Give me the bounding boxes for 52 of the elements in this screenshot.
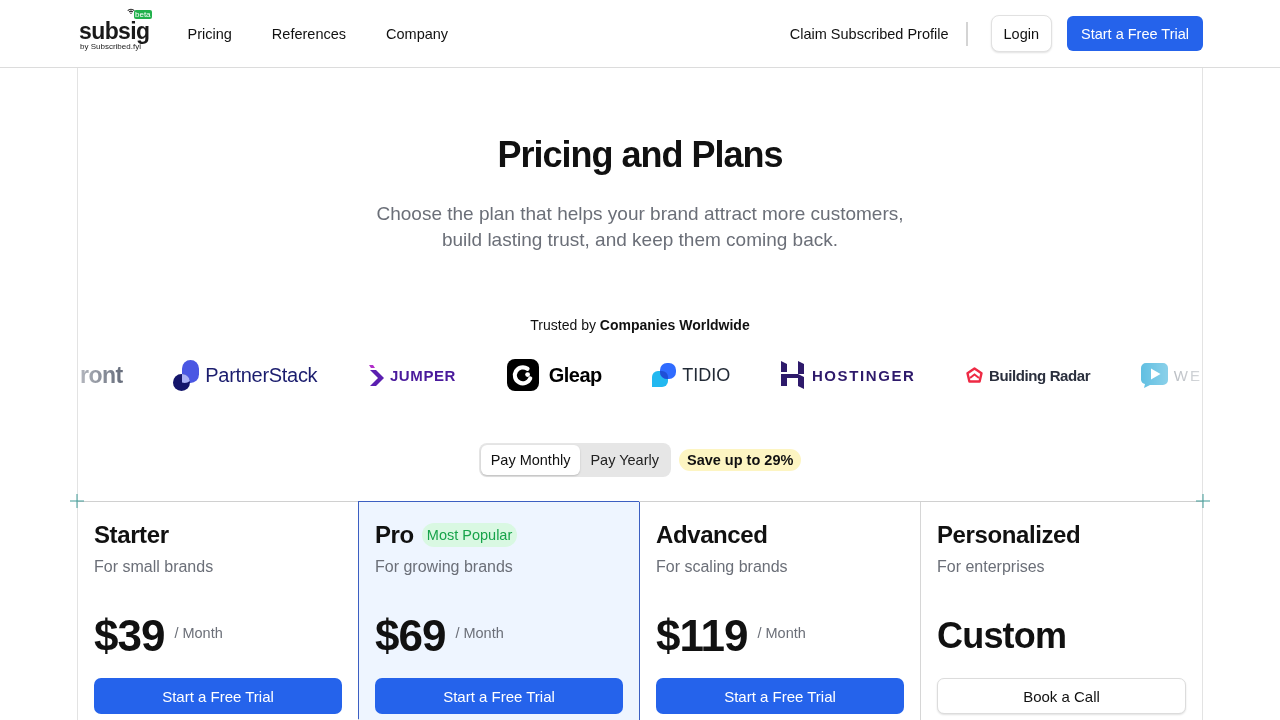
price-period: / Month (757, 625, 806, 641)
chat-bubbles-icon (652, 363, 677, 387)
plan-name: Pro (375, 521, 414, 549)
chevron-icon (367, 364, 384, 386)
plan-name: Starter (94, 521, 169, 549)
plan-tagline: For scaling brands (656, 557, 789, 577)
plan-name: Personalized (937, 521, 1081, 549)
page-subtitle: Choose the plan that helps your brand attract more customers, build lasting trust, and keep them coming back. (375, 202, 905, 252)
plan-button[interactable]: Start a Free Trial (375, 678, 623, 714)
overlapping-shapes-icon (173, 359, 200, 391)
plan-tagline: For growing brands (375, 557, 514, 577)
price-period: / Month (174, 625, 223, 641)
crosshair-icon (70, 494, 84, 508)
nav-link[interactable]: Pricing (187, 25, 232, 42)
logo-text: Building Radar (989, 366, 1091, 384)
price-period: / Month (455, 625, 504, 641)
logo-text: ront (80, 361, 123, 389)
logo-text: HOSTINGER (811, 366, 916, 384)
discount-tag: Save up to 29% (678, 449, 802, 471)
trusted-by-text: Trusted by Companies Worldwide (530, 316, 750, 335)
logo-text: WE (1173, 366, 1202, 384)
billing-tab[interactable]: Pay Monthly (480, 445, 581, 475)
logo-text: PartnerStack (205, 363, 318, 387)
house-outline-icon (966, 367, 984, 383)
plan-price: $39 (94, 611, 165, 661)
nav-link[interactable]: Company (386, 25, 449, 42)
plan-name: Advanced (656, 521, 768, 549)
free-trial-button[interactable]: Start a Free Trial (1067, 16, 1203, 51)
billing-tab[interactable]: Pay Yearly (580, 445, 669, 475)
claim-profile-link[interactable]: Claim Subscribed Profile (789, 25, 949, 42)
plan-price: $69 (375, 611, 446, 661)
logo-text: JUMPER (389, 366, 457, 384)
logo-text: Gleap (548, 363, 602, 387)
plan-button[interactable]: Start a Free Trial (656, 678, 904, 714)
login-button[interactable]: Login (990, 15, 1052, 52)
plan-button[interactable]: Book a Call (937, 678, 1186, 714)
popular-tag: Most Popular (421, 523, 518, 547)
plan-tagline: For enterprises (937, 557, 1046, 577)
logo-wordmark[interactable]: subsig (79, 20, 150, 42)
plan-tagline: For small brands (94, 557, 215, 577)
nav-link[interactable]: References (271, 25, 346, 42)
plan-price: Custom (937, 615, 1067, 657)
logo-text: TIDIO (682, 364, 731, 386)
ring-tile-icon (506, 359, 539, 391)
h-mark-icon (780, 361, 804, 389)
beta-tag: beta (134, 10, 152, 19)
crosshair-icon (1196, 494, 1210, 508)
plan-price: $119 (656, 611, 748, 661)
plan-button[interactable]: Start a Free Trial (94, 678, 342, 714)
wifi-icon (127, 8, 135, 14)
play-bubble-icon (1140, 362, 1168, 388)
page-title: Pricing and Plans (497, 134, 783, 176)
